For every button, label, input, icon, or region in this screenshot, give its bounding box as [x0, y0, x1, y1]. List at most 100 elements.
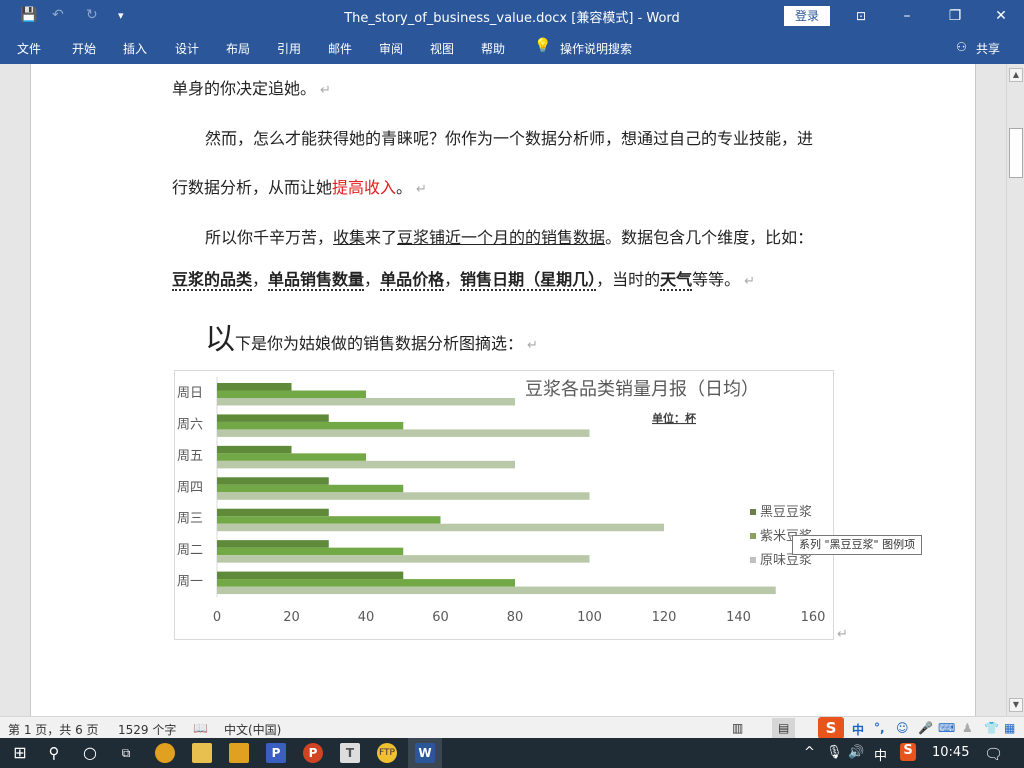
microphone-tray-icon[interactable]: 🎙	[826, 745, 843, 760]
chart-title[interactable]: 豆浆各品类销量月报（日均）	[525, 379, 759, 400]
scroll-thumb[interactable]	[1009, 128, 1023, 178]
bar-黑豆豆浆[interactable]	[217, 445, 292, 454]
x-tick-label: 100	[577, 610, 602, 625]
bar-原味豆浆[interactable]	[217, 492, 590, 500]
paragraph-text: 行数据分析，从而让她	[172, 178, 333, 197]
powerpoint-icon[interactable]: P	[303, 743, 323, 763]
login-button[interactable]: 登录	[784, 6, 830, 26]
file-explorer-icon[interactable]	[192, 743, 212, 763]
bar-紫米豆浆[interactable]	[217, 484, 404, 493]
sogou-ime-logo[interactable]: S	[818, 717, 844, 739]
word-taskbar-active[interactable]: W	[408, 738, 442, 768]
minimize-button[interactable]: –	[884, 4, 930, 28]
ribbon-display-options-icon[interactable]: ⊡	[838, 4, 884, 28]
app-icon[interactable]	[229, 743, 249, 763]
emoji-icon[interactable]: ☺	[896, 721, 909, 735]
bar-原味豆浆[interactable]	[217, 398, 515, 406]
tab-file[interactable]: 文件	[17, 40, 41, 57]
y-tick-label: 周二	[177, 543, 203, 558]
tab-references[interactable]: 引用	[277, 40, 301, 57]
input-language-indicator[interactable]: 中	[874, 745, 887, 764]
paragraph-2-line-2: 行数据分析，从而让她提高收入。 ↵	[172, 174, 427, 198]
bar-黑豆豆浆[interactable]	[217, 571, 404, 580]
tab-layout[interactable]: 布局	[226, 40, 250, 57]
paragraph-5: 以下是你为姑娘做的销售数据分析图摘选： ↵	[205, 314, 538, 358]
cortana-icon[interactable]: ○	[80, 743, 100, 763]
bar-原味豆浆[interactable]	[217, 555, 590, 563]
chrome-icon[interactable]	[155, 743, 175, 763]
restore-button[interactable]: ❐	[932, 4, 978, 28]
clock[interactable]: 10:45	[932, 745, 969, 760]
bar-紫米豆浆[interactable]	[217, 421, 404, 430]
language-indicator[interactable]: 中文(中国)	[224, 721, 281, 738]
tab-review[interactable]: 审阅	[379, 40, 403, 57]
bar-黑豆豆浆[interactable]	[217, 508, 329, 517]
ime-mode-indicator[interactable]: 中	[852, 721, 864, 738]
task-view-icon[interactable]: ⧉	[116, 743, 136, 763]
document-area: 单身的你决定追她。 ↵ 然而，怎么才能获得她的青睐呢？你作为一个数据分析师，想通过…	[0, 64, 1006, 716]
windows-start-icon[interactable]: ⊞	[10, 743, 30, 763]
scroll-up-button[interactable]: ▲	[1009, 68, 1023, 82]
microphone-icon[interactable]: 🎤	[918, 721, 933, 735]
ime-punctuation-icon[interactable]: °,	[874, 721, 885, 735]
bar-紫米豆浆[interactable]	[217, 453, 366, 461]
bar-原味豆浆[interactable]	[217, 429, 590, 437]
show-hidden-icons[interactable]: ^	[804, 745, 815, 760]
read-mode-icon[interactable]: ▥	[732, 721, 743, 735]
tab-design[interactable]: 设计	[175, 40, 199, 57]
user-settings-icon[interactable]: ♟	[962, 721, 973, 735]
close-button[interactable]: ✕	[978, 4, 1024, 28]
bar-原味豆浆[interactable]	[217, 523, 664, 532]
taskbar: ⊞ ⚲ ○ ⧉ P P T FTP W ^ 🎙 🔊 中 S 10:45 🗨	[0, 738, 1024, 768]
word-icon[interactable]: W	[415, 743, 435, 763]
bar-原味豆浆[interactable]	[217, 460, 515, 469]
legend-item[interactable]: 原味豆浆	[760, 553, 812, 568]
bar-紫米豆浆[interactable]	[217, 547, 404, 556]
word-count[interactable]: 1529 个字	[118, 721, 176, 738]
vertical-scrollbar[interactable]: ▲ ▼	[1006, 64, 1024, 716]
paragraph-4: 豆浆的品类，单品销售数量，单品价格，销售日期（星期几），当时的天气等等。 ↵	[172, 266, 755, 291]
share-button[interactable]: 共享	[976, 40, 1000, 57]
print-layout-icon[interactable]: ▤	[772, 718, 796, 738]
skin-icon[interactable]: 👕	[984, 721, 999, 735]
legend-item[interactable]: 黑豆豆浆	[760, 505, 812, 520]
paragraph-text: 。	[396, 178, 413, 197]
bar-紫米豆浆[interactable]	[217, 579, 515, 587]
document-page[interactable]: 单身的你决定追她。 ↵ 然而，怎么才能获得她的青睐呢？你作为一个数据分析师，想通过…	[30, 64, 976, 716]
proofing-icon[interactable]: 📖	[193, 721, 208, 735]
bar-紫米豆浆[interactable]	[217, 390, 366, 399]
paragraph-mark: ↵	[837, 627, 848, 642]
tell-me-search[interactable]: 操作说明搜索	[560, 40, 632, 57]
notification-center-icon[interactable]: 🗨	[984, 745, 1003, 763]
chart-subtitle: 单位：杯	[652, 411, 697, 425]
tab-view[interactable]: 视图	[430, 40, 454, 57]
scroll-down-button[interactable]: ▼	[1009, 698, 1023, 712]
tab-home[interactable]: 开始	[72, 40, 96, 57]
paragraph-text: 单身的你决定追她。	[172, 79, 317, 98]
bar-chart[interactable]: 周一 周二 周三 周四 周五 周六 周日 0 20 40 60 80 100 120 140 160 豆浆各品类…	[175, 371, 835, 641]
bar-黑豆豆浆[interactable]	[217, 540, 329, 548]
tab-help[interactable]: 帮助	[481, 40, 505, 57]
tab-mailings[interactable]: 邮件	[328, 40, 352, 57]
typora-icon[interactable]: T	[340, 743, 360, 763]
sogou-tray-icon[interactable]: S	[900, 743, 916, 761]
bar-黑豆豆浆[interactable]	[217, 383, 292, 391]
paragraph-text: 下是你为姑娘做的销售数据分析图摘选：	[235, 334, 524, 353]
page-count[interactable]: 第 1 页，共 6 页	[8, 721, 99, 738]
ribbon-tabs: 文件 开始 插入 设计 布局 引用 邮件 审阅 视图 帮助 💡 操作说明搜索 ⚇…	[0, 32, 1024, 64]
bar-原味豆浆[interactable]	[217, 586, 776, 595]
y-tick-label: 周日	[177, 386, 203, 401]
paragraph-text: 然而，怎么才能获得她的青睐呢？你作为一个数据分析师，想通过自己的专业技能，进	[205, 129, 814, 148]
bar-黑豆豆浆[interactable]	[217, 477, 329, 485]
publisher-icon[interactable]: P	[266, 743, 286, 763]
toolbox-icon[interactable]: ▦	[1004, 721, 1015, 735]
x-tick-label: 60	[432, 610, 449, 625]
bar-黑豆豆浆[interactable]	[217, 414, 329, 422]
search-icon[interactable]: ⚲	[44, 743, 64, 763]
ftp-icon[interactable]: FTP	[377, 743, 397, 763]
volume-icon[interactable]: 🔊	[848, 745, 864, 760]
chart-container[interactable]: 周一 周二 周三 周四 周五 周六 周日 0 20 40 60 80 100 120 140 160 豆浆各品类…	[174, 370, 834, 640]
tab-insert[interactable]: 插入	[123, 40, 147, 57]
bar-紫米豆浆[interactable]	[217, 516, 441, 524]
keyboard-icon[interactable]: ⌨	[938, 721, 955, 735]
